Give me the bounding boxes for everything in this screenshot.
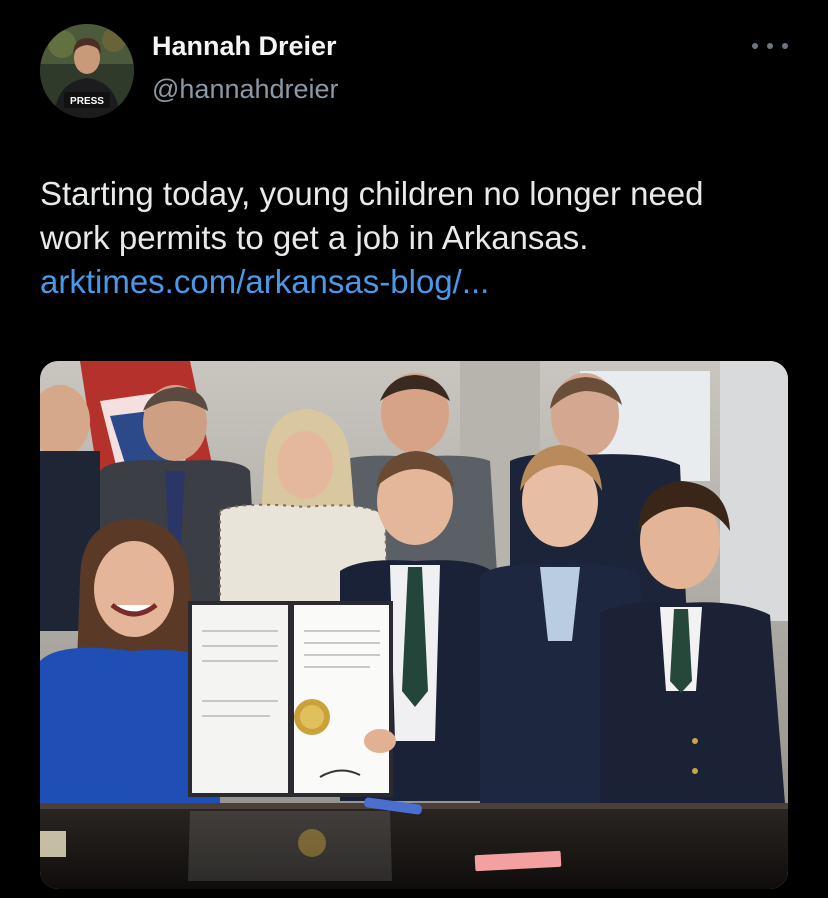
dot <box>782 43 788 49</box>
dot <box>767 43 773 49</box>
tweet-photo[interactable] <box>40 361 788 889</box>
author-name[interactable]: Hannah Dreier <box>152 31 337 62</box>
avatar[interactable]: PRESS <box>40 24 134 118</box>
avatar-photo: PRESS <box>40 24 134 118</box>
tweet-text: Starting today, young children no longer… <box>40 172 800 304</box>
article-link[interactable]: arktimes.com/arkansas-blog/... <box>40 263 489 300</box>
author-handle[interactable]: @hannahdreier <box>152 74 339 105</box>
tweet-card: PRESS Hannah Dreier @hannahdreier Starti… <box>0 0 828 898</box>
more-options-icon[interactable] <box>752 34 788 58</box>
avatar-badge-text: PRESS <box>70 96 104 107</box>
tweet-text-line: work permits to get a job in Arkansas. <box>40 219 589 256</box>
dot <box>752 43 758 49</box>
tweet-text-line: Starting today, young children no longer… <box>40 175 704 212</box>
bill-signing-photo <box>40 361 788 889</box>
